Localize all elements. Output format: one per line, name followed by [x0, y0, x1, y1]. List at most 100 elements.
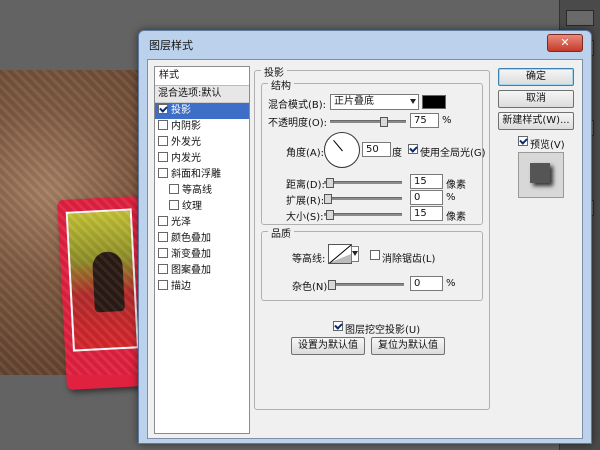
style-item-checkbox[interactable]	[158, 120, 168, 130]
panel-tab[interactable]	[566, 10, 594, 26]
style-item-label: 渐变叠加	[171, 249, 211, 260]
style-item-label: 外发光	[171, 137, 201, 148]
size-label: 大小(S):	[286, 212, 324, 223]
style-item-checkbox[interactable]	[158, 104, 168, 114]
noise-input[interactable]: 0	[410, 276, 443, 291]
style-item[interactable]: 投影	[155, 103, 249, 119]
spread-label: 扩展(R):	[286, 196, 325, 207]
style-item-label: 投影	[171, 105, 191, 116]
distance-label: 距离(D):	[286, 180, 325, 191]
noise-unit: %	[446, 278, 456, 289]
style-item-checkbox[interactable]	[158, 136, 168, 146]
style-item[interactable]: 光泽	[155, 215, 249, 231]
angle-label: 角度(A):	[286, 148, 325, 159]
style-preview	[518, 152, 564, 198]
structure-title: 结构	[268, 77, 294, 92]
preview-checkbox[interactable]	[518, 136, 528, 146]
close-button[interactable]: ✕	[547, 34, 583, 52]
spread-unit: %	[446, 192, 456, 203]
style-item[interactable]: 颜色叠加	[155, 231, 249, 247]
photo-person	[91, 250, 125, 313]
blend-mode-value: 正片叠底	[334, 96, 374, 107]
knockout-checkbox[interactable]	[333, 321, 343, 331]
style-item-checkbox[interactable]	[169, 184, 179, 194]
global-light-label[interactable]: 使用全局光(G)	[420, 144, 486, 159]
style-item-checkbox[interactable]	[158, 232, 168, 242]
angle-dial-needle	[333, 139, 343, 152]
style-item[interactable]: 渐变叠加	[155, 247, 249, 263]
angle-unit: 度	[392, 148, 402, 159]
document-canvas[interactable]	[0, 70, 160, 391]
chevron-down-icon	[410, 99, 416, 104]
spread-input[interactable]: 0	[410, 190, 443, 205]
style-item-label: 图案叠加	[171, 265, 211, 276]
dialog-client: 样式 混合选项:默认 投影内阴影外发光内发光斜面和浮雕等高线纹理光泽颜色叠加渐变…	[147, 59, 583, 439]
style-item-checkbox[interactable]	[158, 280, 168, 290]
style-item[interactable]: 图案叠加	[155, 263, 249, 279]
size-input[interactable]: 15	[410, 206, 443, 221]
blend-options-item[interactable]: 混合选项:默认	[155, 86, 249, 103]
style-item-label: 内发光	[171, 153, 201, 164]
styles-list: 样式 混合选项:默认 投影内阴影外发光内发光斜面和浮雕等高线纹理光泽颜色叠加渐变…	[154, 66, 250, 434]
layer-style-dialog: 图层样式 ✕ 样式 混合选项:默认 投影内阴影外发光内发光斜面和浮雕等高线纹理光…	[138, 30, 592, 444]
style-item-checkbox[interactable]	[158, 264, 168, 274]
style-item-label: 颜色叠加	[171, 233, 211, 244]
style-item-checkbox[interactable]	[158, 216, 168, 226]
style-item-checkbox[interactable]	[169, 200, 179, 210]
angle-input[interactable]: 50	[362, 142, 391, 157]
style-item[interactable]: 内阴影	[155, 119, 249, 135]
spread-slider[interactable]	[324, 197, 402, 200]
distance-slider-thumb[interactable]	[326, 178, 334, 188]
chevron-down-icon	[352, 251, 358, 256]
distance-input[interactable]: 15	[410, 174, 443, 189]
style-item-label: 斜面和浮雕	[171, 169, 221, 180]
reset-default-button[interactable]: 复位为默认值	[371, 337, 445, 355]
noise-slider[interactable]	[328, 283, 404, 286]
distance-unit: 像素	[446, 180, 466, 191]
new-style-button[interactable]: 新建样式(W)...	[498, 112, 574, 130]
size-slider-thumb[interactable]	[326, 210, 334, 220]
style-item[interactable]: 等高线	[155, 183, 249, 199]
angle-dial[interactable]	[324, 132, 360, 168]
style-item-label: 纹理	[182, 201, 202, 212]
cancel-button[interactable]: 取消	[498, 90, 574, 108]
style-item[interactable]: 描边	[155, 279, 249, 295]
anti-alias-label[interactable]: 消除锯齿(L)	[382, 250, 435, 265]
quality-group: 品质 等高线: 消除锯齿(L) 杂色(N): 0 %	[261, 225, 483, 301]
size-slider[interactable]	[324, 213, 402, 216]
shadow-color-swatch[interactable]	[422, 95, 446, 109]
style-item-checkbox[interactable]	[158, 248, 168, 258]
contour-label: 等高线:	[292, 254, 326, 265]
preview-label[interactable]: 预览(V)	[530, 136, 565, 151]
opacity-label: 不透明度(O):	[268, 118, 328, 129]
drop-shadow-group: 投影 结构 混合模式(B): 正片叠底 不透明度(O): 75 % 角度(A):	[254, 64, 490, 410]
style-item[interactable]: 内发光	[155, 151, 249, 167]
spread-slider-thumb[interactable]	[324, 194, 332, 204]
size-unit: 像素	[446, 212, 466, 223]
dialog-title: 图层样式	[149, 39, 193, 52]
distance-slider[interactable]	[324, 181, 402, 184]
opacity-unit: %	[442, 115, 452, 126]
blend-mode-select[interactable]: 正片叠底	[330, 94, 419, 110]
contour-picker[interactable]	[328, 244, 352, 264]
style-item-label: 等高线	[182, 185, 212, 196]
structure-group: 结构 混合模式(B): 正片叠底 不透明度(O): 75 % 角度(A): 50…	[261, 77, 486, 225]
style-item-checkbox[interactable]	[158, 168, 168, 178]
style-item[interactable]: 纹理	[155, 199, 249, 215]
style-item-checkbox[interactable]	[158, 152, 168, 162]
ok-button[interactable]: 确定	[498, 68, 574, 86]
opacity-input[interactable]: 75	[410, 113, 439, 128]
quality-title: 品质	[268, 225, 294, 240]
noise-slider-thumb[interactable]	[328, 280, 336, 290]
opacity-slider-thumb[interactable]	[380, 117, 388, 127]
anti-alias-checkbox[interactable]	[370, 250, 380, 260]
style-item[interactable]: 斜面和浮雕	[155, 167, 249, 183]
opacity-slider[interactable]	[330, 120, 406, 123]
styles-header[interactable]: 样式	[155, 67, 249, 86]
contour-dropdown[interactable]	[351, 246, 359, 262]
knockout-label[interactable]: 图层挖空投影(U)	[345, 321, 420, 336]
style-item[interactable]: 外发光	[155, 135, 249, 151]
make-default-button[interactable]: 设置为默认值	[291, 337, 365, 355]
global-light-checkbox[interactable]	[408, 144, 418, 154]
noise-label: 杂色(N):	[292, 282, 331, 293]
